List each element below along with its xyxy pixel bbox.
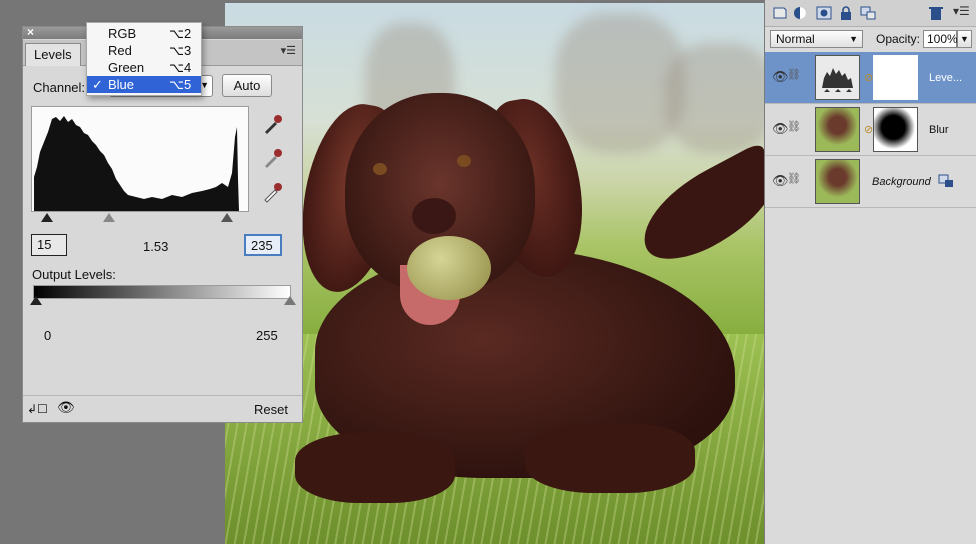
reset-button[interactable]: Reset — [254, 402, 288, 417]
visibility-eye-icon[interactable]: 👁 — [57, 399, 75, 416]
opacity-dropdown-icon[interactable]: ▼ — [957, 30, 972, 48]
layer-mask-thumbnail[interactable] — [873, 107, 918, 152]
layer-name[interactable]: Blur — [929, 124, 949, 136]
output-levels-label: Output Levels: — [32, 267, 116, 282]
input-white-field[interactable]: 235 — [244, 234, 282, 256]
menu-item-shortcut: ⌥4 — [169, 60, 192, 75]
menu-item-label: Blue — [108, 77, 135, 92]
histogram-graph — [34, 116, 239, 211]
chevron-down-icon: ▼ — [849, 34, 858, 44]
lock-icon[interactable] — [838, 6, 854, 20]
layers-toolbar: ▾☰ — [765, 0, 976, 27]
histogram-icon — [822, 68, 853, 92]
menu-item-label: RGB — [108, 26, 137, 41]
levels-adjustment-thumbnail — [815, 55, 860, 100]
output-levels-gradient[interactable] — [30, 285, 296, 305]
blend-mode-value: Normal — [776, 32, 815, 46]
opacity-label: Opacity: — [876, 32, 921, 46]
channel-label: Channel: — [33, 80, 86, 95]
channel-dropdown-menu: RGB ⌥2 Red ⌥3 Green ⌥4 ✓ Blue ⌥5 — [86, 22, 202, 96]
layer-row-blur[interactable]: 👁 ⛓ ⊘ Blur — [765, 104, 976, 156]
input-levels-slider[interactable] — [31, 212, 247, 224]
tab-levels[interactable]: Levels — [25, 43, 81, 66]
trash-icon[interactable] — [928, 6, 944, 20]
blend-mode-select[interactable]: Normal ▼ — [770, 30, 863, 48]
mask-link-icon[interactable]: ⊘ — [864, 71, 873, 84]
output-max-value[interactable]: 255 — [256, 328, 278, 343]
link-icon[interactable]: ⛓ — [787, 172, 801, 185]
gray-eyedropper-icon[interactable] — [261, 146, 285, 170]
panel-footer: ↲☐ 👁 Reset — [23, 395, 302, 422]
output-black-handle[interactable] — [30, 296, 42, 305]
gamma-handle[interactable] — [103, 213, 115, 222]
background-lock-icon[interactable] — [938, 174, 954, 188]
menu-item-label: Green — [108, 60, 145, 75]
dog-photo[interactable] — [225, 3, 764, 544]
menu-item-label: Red — [108, 43, 132, 58]
layer-name[interactable]: Background — [872, 176, 931, 188]
layers-panel: ▾☰ Normal ▼ Opacity: 100% ▼ 👁 ⛓ ⊘ Leve..… — [764, 0, 976, 544]
opacity-input[interactable]: 100% — [923, 30, 958, 48]
layer-thumbnail — [815, 107, 860, 152]
input-gamma-value[interactable]: 1.53 — [143, 239, 168, 254]
menu-item-shortcut: ⌥2 — [169, 26, 192, 41]
menu-item-red[interactable]: Red ⌥3 — [87, 42, 201, 59]
link-icon[interactable]: ⛓ — [787, 68, 801, 81]
output-min-value[interactable]: 0 — [44, 328, 51, 343]
menu-item-shortcut: ⌥3 — [169, 43, 192, 58]
white-eyedropper-icon[interactable] — [261, 180, 285, 204]
menu-item-rgb[interactable]: RGB ⌥2 — [87, 25, 201, 42]
add-mask-icon[interactable] — [816, 6, 832, 20]
layer-name[interactable]: Leve... — [929, 72, 962, 84]
menu-item-green[interactable]: Green ⌥4 — [87, 59, 201, 76]
black-point-handle[interactable] — [41, 213, 53, 222]
black-eyedropper-icon[interactable] — [261, 112, 285, 136]
panel-menu-icon[interactable]: ▾☰ — [953, 4, 970, 18]
output-white-handle[interactable] — [284, 296, 296, 305]
clip-to-layer-icon[interactable]: ↲☐ — [27, 402, 48, 416]
layer-thumbnail — [815, 159, 860, 204]
link-icon[interactable]: ⛓ — [787, 120, 801, 133]
lock-all-icon[interactable] — [860, 6, 876, 20]
layer-mask-thumbnail[interactable] — [873, 55, 918, 100]
layer-row-background[interactable]: 👁 ⛓ Background — [765, 156, 976, 208]
white-point-handle[interactable] — [221, 213, 233, 222]
menu-item-shortcut: ⌥5 — [169, 77, 192, 92]
layer-row-levels[interactable]: 👁 ⛓ ⊘ Leve... — [765, 52, 976, 104]
adjustment-layer-icon[interactable] — [793, 6, 809, 20]
panel-menu-icon[interactable]: ▾☰ — [281, 44, 296, 57]
auto-button[interactable]: Auto — [222, 74, 272, 97]
input-black-field[interactable]: 15 — [31, 234, 67, 256]
close-icon[interactable]: × — [27, 25, 34, 39]
checkmark-icon: ✓ — [92, 77, 103, 92]
menu-item-blue[interactable]: ✓ Blue ⌥5 — [87, 76, 201, 93]
histogram — [31, 106, 249, 212]
new-layer-icon[interactable] — [772, 6, 788, 20]
mask-link-icon[interactable]: ⊘ — [864, 123, 873, 136]
